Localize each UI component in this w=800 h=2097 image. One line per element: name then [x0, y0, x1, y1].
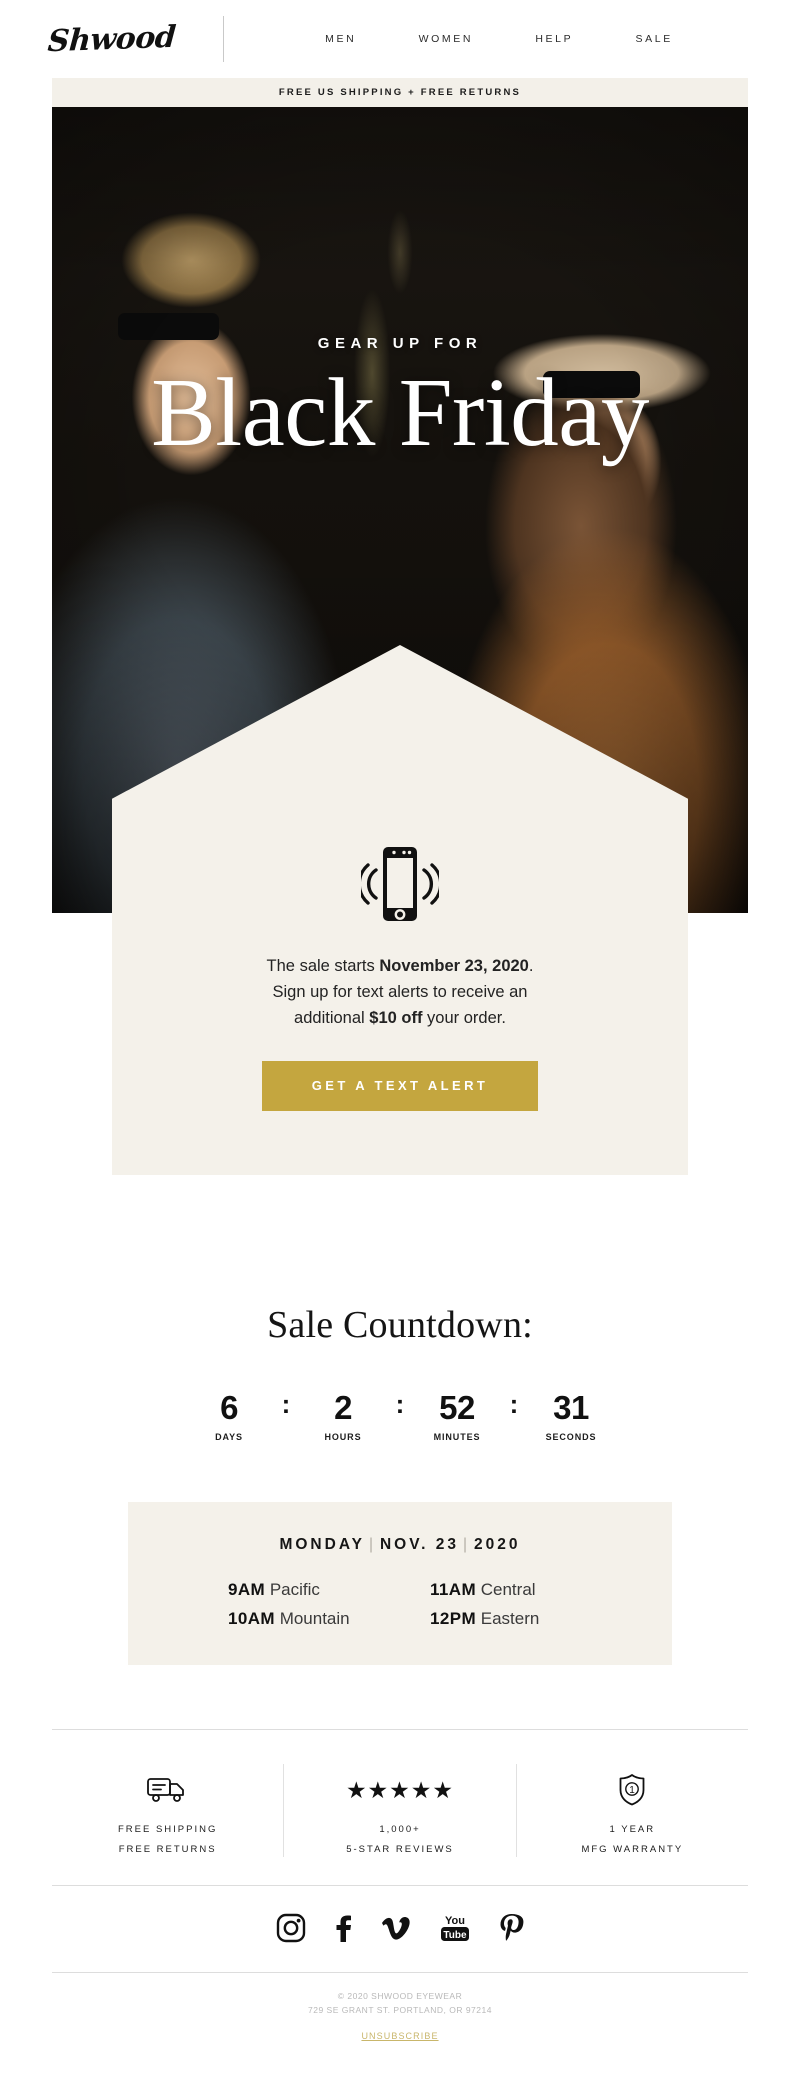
- get-text-alert-button[interactable]: GET A TEXT ALERT: [262, 1061, 538, 1112]
- stars-glyphs: ★★★★★: [345, 1776, 455, 1803]
- footer-address: 729 SE GRANT ST. PORTLAND, OR 97214: [308, 2005, 492, 2016]
- signup-line1-post: .: [528, 957, 534, 975]
- svg-text:Tube: Tube: [443, 1930, 467, 1941]
- timezone-panel: MONDAY | NOV. 23 | 2020 9AM Pacific 11AM Cen…: [128, 1502, 672, 1665]
- trust-badges: FREE SHIPPING FREE RETURNS ★★★★★ 1,000+ …: [52, 1730, 748, 1885]
- vimeo-icon[interactable]: [380, 1913, 412, 1943]
- hero-eyebrow: GEAR UP FOR: [317, 335, 483, 352]
- badge-shipping-line1: FREE SHIPPING: [117, 1824, 218, 1835]
- timezone-divider: |: [368, 1536, 376, 1553]
- signup-sale-date: November 23, 2020: [379, 957, 529, 975]
- badge-warranty-line2: MFG WARRANTY: [581, 1844, 684, 1855]
- signup-line3-post: your order.: [422, 1009, 506, 1028]
- badge-shipping-line2: FREE RETURNS: [118, 1844, 217, 1855]
- delivery-truck-icon: [56, 1770, 279, 1810]
- timezone-time: 10AM: [228, 1609, 275, 1628]
- timezone-zone: Central: [480, 1580, 536, 1599]
- timezone-row: 10AM Mountain: [198, 1609, 400, 1629]
- timezone-heading: MONDAY | NOV. 23 | 2020: [128, 1536, 672, 1554]
- unsubscribe-link[interactable]: UNSUBSCRIBE: [361, 2031, 438, 2041]
- countdown-seconds-value: 31: [553, 1389, 589, 1426]
- timezone-day: MONDAY: [279, 1536, 365, 1553]
- brand-logo[interactable]: Shwood: [0, 19, 223, 59]
- youtube-icon[interactable]: You Tube: [438, 1912, 472, 1944]
- countdown-separator: :: [395, 1389, 405, 1419]
- countdown-unit-days: 6 DAYS: [183, 1391, 275, 1442]
- badge-reviews-count: 1,000+: [379, 1824, 421, 1835]
- instagram-icon[interactable]: [276, 1913, 306, 1943]
- badge-reviews-label: 5-STAR REVIEWS: [346, 1844, 454, 1855]
- pinterest-icon[interactable]: [498, 1912, 524, 1944]
- signup-line1-pre: The sale starts: [266, 957, 380, 975]
- badge-free-shipping: FREE SHIPPING FREE RETURNS: [52, 1764, 283, 1857]
- countdown-unit-seconds: 31 SECONDS: [525, 1391, 617, 1442]
- countdown-hours-label: HOURS: [324, 1432, 362, 1442]
- timezone-grid: 9AM Pacific 11AM Central 10AM Mountain 1…: [128, 1580, 672, 1629]
- nav-link-sale[interactable]: SALE: [636, 33, 673, 45]
- facebook-icon[interactable]: [332, 1913, 354, 1943]
- nav-link-men[interactable]: MEN: [325, 33, 356, 45]
- timezone-zone: Mountain: [279, 1609, 350, 1628]
- timezone-time: 11AM: [430, 1580, 477, 1599]
- signup-line2: Sign up for text alerts to receive an: [272, 983, 528, 1002]
- timezone-year: 2020: [474, 1536, 521, 1553]
- countdown-unit-minutes: 52 MINUTES: [411, 1391, 503, 1442]
- signup-discount: $10 off: [369, 1009, 423, 1028]
- shield-number: 1: [630, 1785, 636, 1796]
- top-navigation: Shwood MEN WOMEN HELP SALE: [0, 0, 800, 78]
- countdown-days-value: 6: [220, 1389, 238, 1426]
- timezone-time: 9AM: [228, 1580, 266, 1599]
- badge-reviews: ★★★★★ 1,000+ 5-STAR REVIEWS: [283, 1764, 515, 1857]
- svg-text:You: You: [445, 1915, 465, 1927]
- countdown-minutes-label: MINUTES: [433, 1432, 481, 1442]
- countdown-minutes-value: 52: [439, 1389, 475, 1426]
- timezone-zone: Pacific: [269, 1580, 320, 1599]
- footer-copyright: © 2020 SHWOOD EYEWEAR: [337, 1991, 463, 2001]
- social-links: You Tube: [52, 1886, 748, 1972]
- countdown-title: Sale Countdown:: [267, 1304, 533, 1346]
- timezone-zone: Eastern: [480, 1609, 540, 1628]
- timezone-date: NOV. 23: [379, 1536, 459, 1553]
- nav-link-help[interactable]: HELP: [535, 33, 573, 45]
- nav-link-women[interactable]: WOMEN: [419, 33, 473, 45]
- shipping-banner: FREE US SHIPPING + FREE RETURNS: [52, 78, 748, 107]
- brand-logo-text: Shwood: [46, 19, 177, 59]
- email-page: Shwood MEN WOMEN HELP SALE FREE US SHIPP…: [0, 0, 800, 2097]
- badge-warranty: 1 1 YEAR MFG WARRANTY: [515, 1764, 748, 1857]
- timezone-time: 12PM: [430, 1609, 477, 1628]
- countdown-seconds-label: SECONDS: [545, 1432, 597, 1442]
- countdown-unit-hours: 2 HOURS: [297, 1391, 389, 1442]
- timezone-row: 9AM Pacific: [198, 1580, 400, 1600]
- countdown-days-label: DAYS: [215, 1432, 243, 1442]
- countdown-separator: :: [281, 1389, 291, 1419]
- vibrating-phone-icon: [361, 847, 439, 921]
- countdown-clock: 6 DAYS : 2 HOURS : 52 MINUTES : 31 SECON…: [0, 1389, 800, 1442]
- badge-warranty-line1: 1 YEAR: [609, 1824, 656, 1835]
- hero-title: Black Friday: [151, 359, 649, 466]
- timezone-divider: |: [463, 1536, 471, 1553]
- five-stars-icon: ★★★★★: [288, 1770, 511, 1810]
- shipping-banner-text: FREE US SHIPPING + FREE RETURNS: [278, 87, 522, 98]
- timezone-row: 11AM Central: [400, 1580, 602, 1600]
- countdown-separator: :: [509, 1389, 519, 1419]
- signup-copy: The sale starts November 23, 2020. Sign …: [200, 953, 600, 1031]
- signup-line3-pre: additional: [294, 1009, 370, 1028]
- hero-copy: GEAR UP FOR Black Friday: [52, 335, 748, 464]
- nav-links: MEN WOMEN HELP SALE: [224, 33, 744, 45]
- footer: © 2020 SHWOOD EYEWEAR 729 SE GRANT ST. P…: [0, 1973, 800, 2062]
- timezone-row: 12PM Eastern: [400, 1609, 602, 1629]
- shield-warranty-icon: 1: [521, 1770, 744, 1810]
- countdown-hours-value: 2: [334, 1389, 352, 1426]
